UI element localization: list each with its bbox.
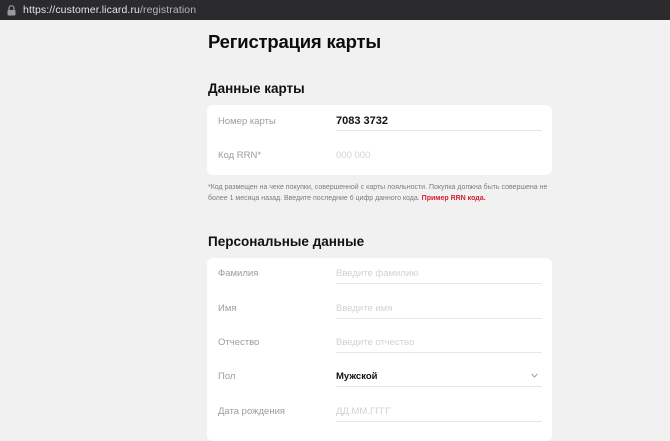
middle-name-input[interactable]: Введите отчество [336, 337, 542, 353]
lock-icon [7, 4, 16, 15]
url-text[interactable]: https://customer.licard.ru/registration [23, 4, 196, 16]
personal-data-heading: Персональные данные [208, 234, 365, 249]
rrn-example-link[interactable]: Пример RRN кода. [422, 195, 486, 202]
card-number-field[interactable]: 7083 3732 [336, 115, 542, 131]
gender-label: Пол [218, 371, 236, 382]
page-title: Регистрация карты [208, 31, 381, 52]
first-name-label: Имя [218, 303, 237, 314]
first-name-input[interactable]: Введите имя [336, 303, 542, 319]
chevron-down-icon [531, 373, 538, 378]
card-data-heading: Данные карты [208, 81, 305, 96]
card-data-form: Номер карты 7083 3732 Код RRN* 000 000 [207, 105, 552, 175]
gender-select-value: Мужской [336, 371, 378, 382]
gender-select[interactable]: Мужской [336, 371, 542, 387]
birth-date-input[interactable]: ДД.ММ.ГГГГ [336, 406, 542, 422]
last-name-input[interactable]: Введите фамилию [336, 268, 542, 284]
birth-date-label: Дата рождения [218, 406, 286, 417]
rrn-label: Код RRN* [218, 150, 262, 161]
card-number-label: Номер карты [218, 116, 276, 127]
rrn-hint: *Код размещен на чеке покупки, совершенн… [208, 182, 553, 204]
rrn-input[interactable]: 000 000 [336, 150, 542, 166]
personal-data-form: Фамилия Введите фамилию Имя Введите имя … [207, 258, 552, 441]
last-name-label: Фамилия [218, 268, 259, 279]
url-host: https://customer.licard.ru [23, 4, 140, 16]
rrn-hint-text: *Код размещен на чеке покупки, совершенн… [208, 184, 548, 202]
browser-address-bar[interactable]: https://customer.licard.ru/registration [0, 0, 670, 20]
middle-name-label: Отчество [218, 337, 260, 348]
url-path: /registration [139, 4, 197, 16]
